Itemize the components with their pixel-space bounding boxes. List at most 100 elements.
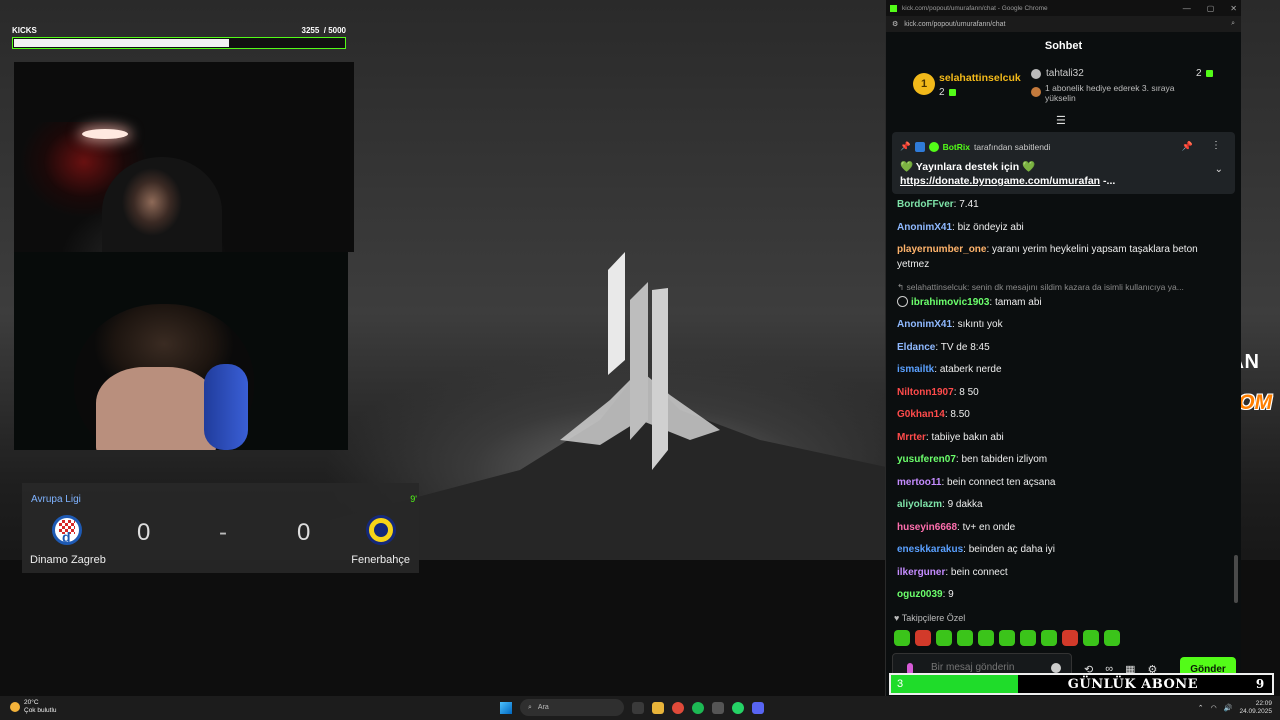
weather-widget[interactable]: 20°C Çok bulutlu bbox=[10, 699, 57, 715]
chat-scrollbar[interactable] bbox=[1234, 555, 1238, 603]
chat-text: ataberk nerde bbox=[939, 364, 1002, 375]
emote-icon[interactable] bbox=[1041, 630, 1057, 646]
chat-username[interactable]: huseyin6668 bbox=[897, 522, 957, 533]
emote-icon[interactable] bbox=[1104, 630, 1120, 646]
leaderboard-first-user[interactable]: selahattinselcuk bbox=[939, 72, 1021, 84]
chrome-icon[interactable] bbox=[672, 701, 684, 714]
kicks-progress-track bbox=[12, 37, 346, 49]
zoom-icon[interactable]: ⌕ bbox=[1231, 20, 1235, 28]
more-options-icon[interactable]: ⋮ bbox=[1211, 140, 1221, 151]
chat-text: senin dk mesajını sildim kazara da isiml… bbox=[971, 281, 1184, 292]
bronze-medal-icon bbox=[1031, 87, 1041, 97]
emote-section-label: Takipçilere Özel bbox=[901, 613, 966, 623]
pinned-bot-name[interactable]: BotRix bbox=[943, 142, 970, 152]
kick-favicon-icon bbox=[890, 4, 897, 12]
heart-icon: ♥ bbox=[894, 613, 900, 623]
pinned-by-text: tarafından sabitlendi bbox=[973, 141, 1051, 152]
chat-username[interactable]: ibrahimovic1903 bbox=[911, 297, 989, 308]
emoji-picker-icon[interactable] bbox=[1051, 663, 1061, 673]
chat-username[interactable]: Mrrter bbox=[897, 432, 926, 443]
emote-icon[interactable] bbox=[936, 630, 952, 646]
chat-username[interactable]: yusuferen07 bbox=[897, 454, 956, 465]
chat-message-input[interactable] bbox=[931, 662, 1041, 673]
emote-icon[interactable] bbox=[915, 630, 931, 646]
chat-text: 9 bbox=[948, 589, 954, 600]
moderator-badge-icon bbox=[914, 141, 925, 152]
wifi-icon[interactable]: ◠ bbox=[1211, 704, 1217, 712]
url-text[interactable]: kick.com/popout/umurafann/chat bbox=[904, 21, 1005, 28]
webcam-streamer bbox=[14, 62, 354, 252]
chat-message-list[interactable]: BordoFFver: 7.41 AnonimX41: biz öndeyiz a… bbox=[897, 197, 1227, 610]
chat-message: G0khan14: 8.50 bbox=[897, 409, 970, 420]
expand-leaderboard-icon[interactable]: ☰ bbox=[1056, 114, 1066, 127]
kicks-label: KICKS bbox=[12, 26, 37, 35]
chevron-down-icon[interactable]: ⌄ bbox=[1215, 164, 1223, 175]
headphone bbox=[204, 364, 248, 450]
chat-text: 7.41 bbox=[959, 199, 979, 210]
chat-username[interactable]: ilkerguner bbox=[897, 567, 945, 578]
emote-icon[interactable] bbox=[894, 630, 910, 646]
site-settings-icon[interactable]: ⚙ bbox=[892, 20, 898, 28]
chat-username[interactable]: BordoFFver bbox=[897, 199, 954, 210]
home-score: 0 bbox=[137, 519, 151, 546]
chat-message: ibrahimovic1903: tamam abi bbox=[897, 295, 1227, 310]
emote-icon[interactable] bbox=[1083, 630, 1099, 646]
file-explorer-icon[interactable] bbox=[652, 701, 664, 714]
whatsapp-icon[interactable] bbox=[732, 701, 744, 714]
discord-icon[interactable] bbox=[752, 701, 764, 714]
taskbar-clock[interactable]: 22:09 24.09.2025 bbox=[1239, 700, 1272, 716]
emote-icon[interactable] bbox=[957, 630, 973, 646]
daily-sub-goal-bar: 3 GÜNLÜK ABONE 9 bbox=[889, 673, 1274, 695]
home-team-name: Dinamo Zagreb bbox=[30, 554, 106, 566]
close-button[interactable]: ✕ bbox=[1230, 4, 1237, 13]
unpin-icon[interactable]: 📌 bbox=[1182, 141, 1193, 152]
chat-username[interactable]: playernumber_one bbox=[897, 244, 986, 255]
emote-icon[interactable] bbox=[978, 630, 994, 646]
chat-username[interactable]: selahattinselcuk bbox=[906, 282, 966, 292]
chat-message: Eldance: TV de 8:45 bbox=[897, 341, 990, 353]
task-view-icon[interactable] bbox=[632, 701, 644, 714]
chat-username[interactable]: Eldance bbox=[897, 342, 935, 353]
emote-icon[interactable] bbox=[999, 630, 1015, 646]
chat-text: tamam abi bbox=[994, 296, 1042, 308]
start-icon[interactable] bbox=[500, 701, 512, 714]
volume-icon[interactable]: 🔊 bbox=[1224, 704, 1233, 712]
chat-message: mertoo11: bein connect ten açsana bbox=[897, 476, 1056, 488]
chat-username[interactable]: aliyolazm bbox=[897, 499, 942, 510]
emote-icon[interactable] bbox=[1020, 630, 1036, 646]
chat-text: ben tabiden izliyom bbox=[961, 454, 1048, 465]
tray-chevron-icon[interactable]: ⌃ bbox=[1198, 704, 1204, 712]
maximize-button[interactable]: ▢ bbox=[1207, 4, 1215, 13]
spotify-icon[interactable] bbox=[692, 701, 704, 714]
chat-username[interactable]: AnonimX41 bbox=[897, 319, 952, 330]
chat-username[interactable]: mertoo11 bbox=[897, 477, 941, 488]
pinned-message: 📌 BotRix tarafından sabitlendi 💚 Yayınla… bbox=[892, 132, 1235, 194]
address-bar[interactable]: ⚙ kick.com/popout/umurafann/chat ⌕ bbox=[886, 16, 1241, 32]
chat-text: 9 dakka bbox=[947, 499, 983, 510]
chat-message: Niltonn1907: 8 50 bbox=[897, 386, 979, 398]
chat-message: Mrrter: tabiiye bakın abi bbox=[897, 431, 1004, 443]
obs-icon[interactable] bbox=[712, 701, 724, 714]
leaderboard-first-count: 2 bbox=[939, 87, 945, 98]
webcam-guest bbox=[14, 252, 348, 450]
chat-username[interactable]: ismailtk bbox=[897, 364, 934, 375]
chat-username[interactable]: Niltonn1907 bbox=[897, 387, 954, 398]
league-name: Avrupa Ligi bbox=[31, 494, 81, 505]
chat-text: 8.50 bbox=[950, 409, 970, 420]
chat-username[interactable]: G0khan14 bbox=[897, 409, 945, 420]
chat-username[interactable]: AnonimX41 bbox=[897, 222, 952, 233]
minimize-button[interactable]: — bbox=[1183, 4, 1191, 13]
chat-message: yusuferen07: ben tabiden izliyom bbox=[897, 454, 1048, 465]
taskbar-search[interactable]: ⌕ Ara bbox=[520, 699, 624, 716]
chat-message: BordoFFver: 7.41 bbox=[897, 199, 979, 210]
leaderboard-second-user[interactable]: tahtali32 bbox=[1046, 68, 1084, 79]
verified-badge-icon bbox=[928, 141, 939, 152]
chat-text: bein connect bbox=[950, 566, 1008, 578]
chat-username[interactable]: oguz0039 bbox=[897, 589, 943, 600]
emote-row bbox=[894, 630, 1120, 646]
chat-message: aliyolazm: 9 dakka bbox=[897, 499, 983, 510]
pinned-donate-link[interactable]: https://donate.bynogame.com/umurafan bbox=[900, 175, 1100, 187]
emote-icon[interactable] bbox=[1062, 630, 1078, 646]
chat-message: oguz0039: 9 bbox=[897, 589, 954, 600]
chat-username[interactable]: eneskkarakus bbox=[897, 544, 963, 555]
